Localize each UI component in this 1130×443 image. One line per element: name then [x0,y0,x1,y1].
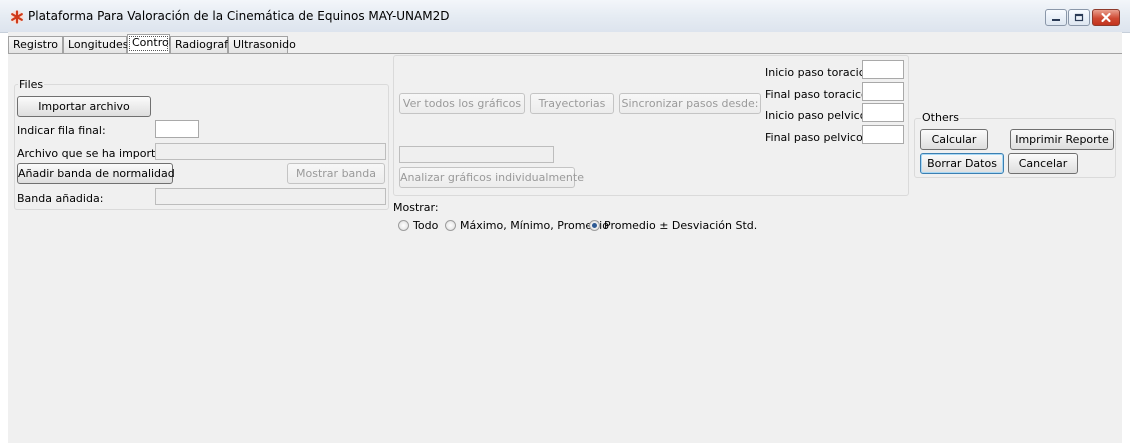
radio-max-min-prom[interactable]: Máximo, Mínimo, Promedio [445,219,609,233]
radio-max-min-prom-label: Máximo, Mínimo, Promedio [460,219,609,232]
minimize-button[interactable] [1045,9,1067,26]
window-title: Plataforma Para Valoración de la Cinemát… [28,9,450,23]
inicio-pelvico-input[interactable] [862,103,904,122]
print-report-button[interactable]: Imprimir Reporte [1010,129,1114,150]
mostrar-label: Mostrar: [393,201,439,214]
band-added-field [155,188,386,205]
close-icon [1101,12,1111,23]
app-window: Plataforma Para Valoración de la Cinemát… [0,0,1130,443]
imported-file-field [155,143,386,160]
radio-button[interactable] [445,220,456,231]
add-normality-band-button[interactable]: Añadir banda de normalidad [17,163,175,184]
files-panel-title: Files [18,78,45,91]
radio-prom-desv-label: Promedio ± Desviación Std. [604,219,758,232]
title-bar[interactable]: Plataforma Para Valoración de la Cinemát… [0,0,1130,33]
import-file-button[interactable]: Importar archivo [17,96,151,117]
tab-registro[interactable]: Registro [8,36,63,53]
final-pelvico-input[interactable] [862,125,904,144]
band-added-label: Banda añadida: [17,192,104,205]
calcular-button[interactable]: Calcular [920,129,988,150]
asterisk-app-icon [10,10,24,24]
final-row-label: Indicar fila final: [17,124,106,137]
tab-longitudes[interactable]: Longitudes [63,36,128,53]
radio-button-selected[interactable] [589,220,600,231]
final-toracico-input[interactable] [862,82,904,101]
radio-prom-desv[interactable]: Promedio ± Desviación Std. [589,219,757,233]
maximize-button[interactable] [1068,9,1090,26]
inicio-toracico-label: Inicio paso toracico: [765,66,876,79]
others-panel-title: Others [921,111,960,124]
tab-radiografia[interactable]: Radiografía [170,36,238,53]
close-button[interactable] [1092,9,1120,26]
radio-todo-label: Todo [413,219,439,232]
sync-steps-button[interactable]: Sincronizar pasos desde: [619,93,761,114]
cancel-button[interactable]: Cancelar [1008,153,1078,174]
sync-steps-field [399,146,554,163]
tab-ultrasonido[interactable]: Ultrasonido [228,36,296,53]
radio-button[interactable] [398,220,409,231]
analyze-individually-button[interactable]: Analizar gráficos individualmente [399,167,584,188]
trajectories-button[interactable]: Trayectorias [530,93,614,114]
minimize-icon [1052,19,1060,21]
final-pelvico-label: Final paso pelvico: [765,131,867,144]
maximize-icon [1074,13,1084,22]
final-toracico-label: Final paso toracico: [765,88,872,101]
tab-control[interactable]: Control [127,34,172,53]
inicio-toracico-input[interactable] [862,60,904,79]
inicio-pelvico-label: Inicio paso pelvico: [765,109,871,122]
clear-data-button[interactable]: Borrar Datos [920,153,1004,174]
show-band-button[interactable]: Mostrar banda [287,163,385,184]
view-all-graphs-button[interactable]: Ver todos los gráficos [399,93,525,114]
final-row-input[interactable] [155,120,199,138]
